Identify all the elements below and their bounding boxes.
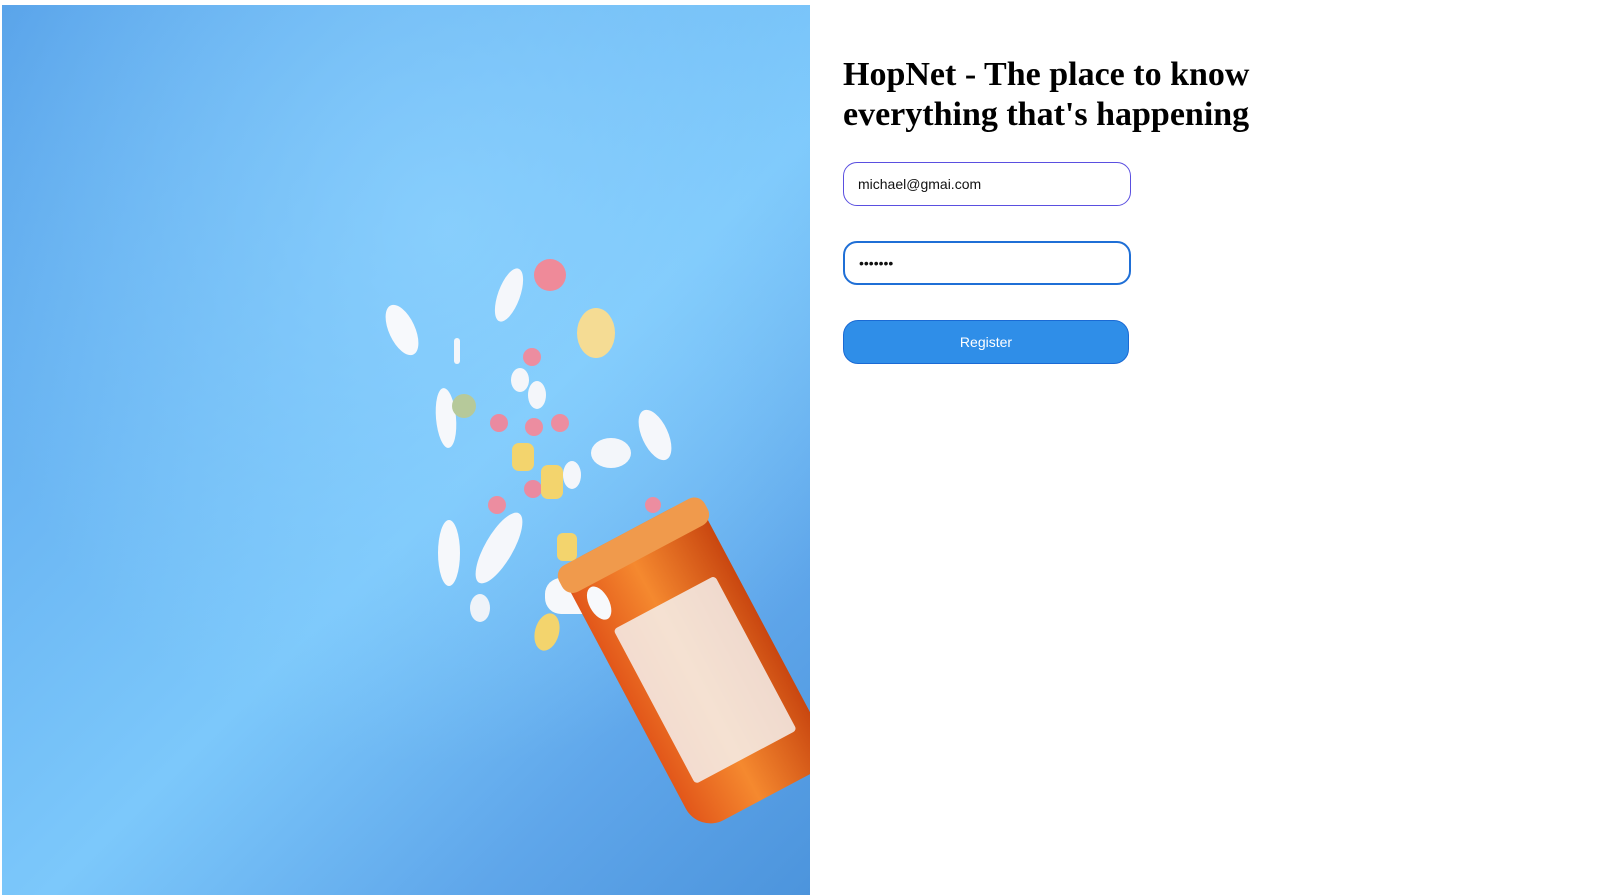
page-title: HopNet - The place to know everything th… [843, 56, 1250, 133]
password-field[interactable] [843, 241, 1131, 285]
pills-illustration [2, 5, 810, 895]
login-page: HopNet - The place to know everything th… [0, 0, 1600, 895]
hero-image [2, 5, 810, 895]
email-field[interactable] [843, 162, 1131, 206]
register-form: HopNet - The place to know everything th… [843, 55, 1543, 364]
register-button[interactable]: Register [843, 320, 1129, 364]
